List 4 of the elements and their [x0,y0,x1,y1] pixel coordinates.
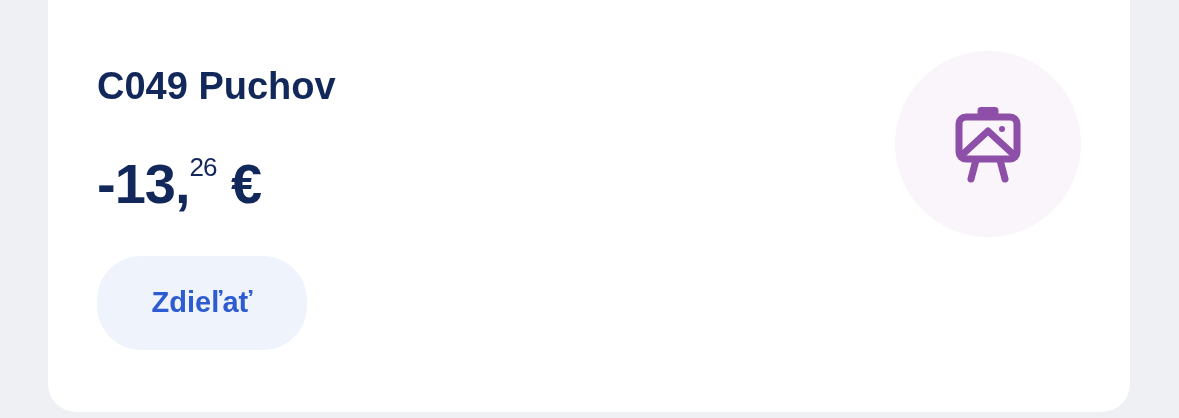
easel-picture-icon [954,105,1022,183]
card-title: C049 Puchov [97,66,336,108]
amount: -13,$^{26}$ € [97,155,262,212]
share-button[interactable]: Zdieľať [97,255,307,350]
